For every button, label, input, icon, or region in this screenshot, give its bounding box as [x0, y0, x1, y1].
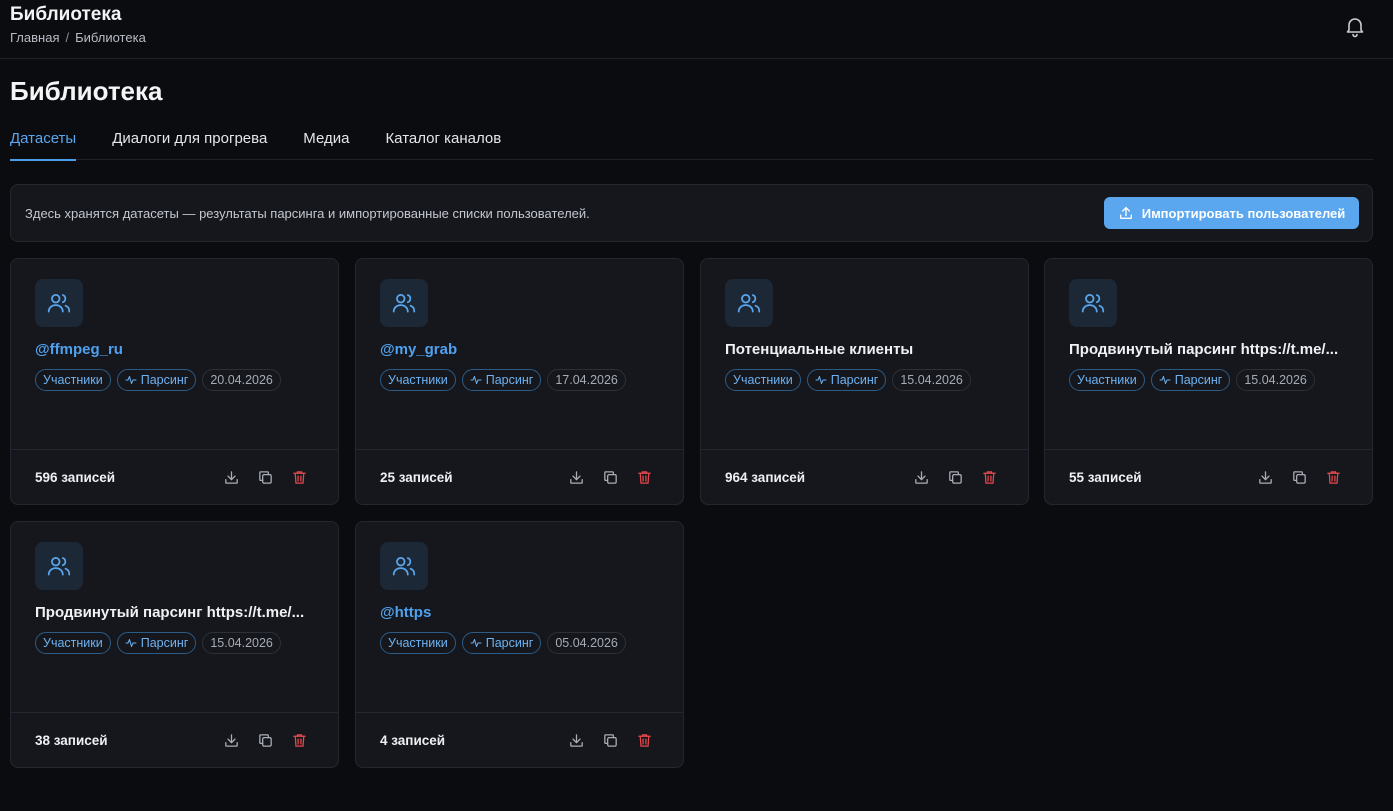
users-icon — [1069, 279, 1117, 327]
tag-parsing: Парсинг — [116, 632, 197, 654]
record-count: 25 записей — [380, 470, 453, 485]
dataset-card[interactable]: @https Участники Парсинг 05.04.2026 4 за… — [355, 521, 684, 768]
copy-icon[interactable] — [1288, 466, 1310, 488]
dataset-name[interactable]: Продвинутый парсинг https://t.me/... — [1069, 341, 1354, 358]
dataset-tags: Участники Парсинг 05.04.2026 — [380, 632, 626, 654]
copy-icon[interactable] — [944, 466, 966, 488]
activity-icon — [125, 639, 137, 647]
import-users-label: Импортировать пользователей — [1141, 205, 1346, 221]
dataset-tags: Участники Парсинг 17.04.2026 — [380, 369, 626, 391]
users-icon — [380, 279, 428, 327]
card-footer: 964 записей — [701, 449, 1028, 504]
dataset-name[interactable]: @my_grab — [380, 341, 665, 358]
trash-icon[interactable] — [633, 466, 655, 488]
dataset-date: 15.04.2026 — [892, 369, 971, 391]
trash-icon[interactable] — [1322, 466, 1344, 488]
download-icon[interactable] — [565, 729, 587, 751]
record-count: 38 записей — [35, 733, 108, 748]
download-icon[interactable] — [910, 466, 932, 488]
tag-parsing: Парсинг — [461, 369, 542, 391]
dataset-date: 05.04.2026 — [547, 632, 626, 654]
users-icon — [380, 542, 428, 590]
breadcrumb: Главная / Библиотека — [10, 30, 146, 45]
download-icon[interactable] — [220, 729, 242, 751]
dataset-name[interactable]: @https — [380, 604, 665, 621]
card-footer: 25 записей — [356, 449, 683, 504]
trash-icon[interactable] — [288, 729, 310, 751]
dataset-card[interactable]: Потенциальные клиенты Участники Парсинг … — [700, 258, 1029, 505]
activity-icon — [470, 639, 482, 647]
card-footer: 55 записей — [1045, 449, 1372, 504]
tag-members: Участники — [35, 632, 111, 654]
activity-icon — [815, 376, 827, 384]
card-footer: 596 записей — [11, 449, 338, 504]
tab-bar: Датасеты Диалоги для прогрева Медиа Ката… — [10, 124, 1373, 161]
trash-icon[interactable] — [978, 466, 1000, 488]
card-footer: 38 записей — [11, 712, 338, 767]
info-panel: Здесь хранятся датасеты — результаты пар… — [10, 184, 1373, 242]
dataset-card[interactable]: @ffmpeg_ru Участники Парсинг 20.04.2026 … — [10, 258, 339, 505]
breadcrumb-current: Библиотека — [75, 30, 146, 45]
tag-members: Участники — [380, 632, 456, 654]
dataset-tags: Участники Парсинг 20.04.2026 — [35, 369, 281, 391]
dataset-date: 15.04.2026 — [202, 632, 281, 654]
header-title: Библиотека — [10, 4, 122, 25]
tag-parsing: Парсинг — [1150, 369, 1231, 391]
dataset-name[interactable]: Продвинутый парсинг https://t.me/... — [35, 604, 320, 621]
users-icon — [725, 279, 773, 327]
dataset-name[interactable]: @ffmpeg_ru — [35, 341, 320, 358]
page-title: Библиотека — [10, 76, 163, 106]
dataset-card[interactable]: Продвинутый парсинг https://t.me/... Уча… — [1044, 258, 1373, 505]
tag-parsing: Парсинг — [461, 632, 542, 654]
dataset-date: 17.04.2026 — [547, 369, 626, 391]
trash-icon[interactable] — [288, 466, 310, 488]
activity-icon — [1159, 376, 1171, 384]
dataset-card[interactable]: Продвинутый парсинг https://t.me/... Уча… — [10, 521, 339, 768]
copy-icon[interactable] — [599, 466, 621, 488]
dataset-tags: Участники Парсинг 15.04.2026 — [725, 369, 971, 391]
download-icon[interactable] — [1254, 466, 1276, 488]
users-icon — [35, 542, 83, 590]
record-count: 55 записей — [1069, 470, 1142, 485]
upload-icon — [1119, 207, 1132, 219]
record-count: 4 записей — [380, 733, 446, 748]
breadcrumb-home[interactable]: Главная — [10, 30, 59, 45]
tag-members: Участники — [1069, 369, 1145, 391]
activity-icon — [125, 376, 137, 384]
tag-members: Участники — [35, 369, 111, 391]
tag-members: Участники — [725, 369, 801, 391]
info-description: Здесь хранятся датасеты — результаты пар… — [25, 206, 590, 221]
tag-members: Участники — [380, 369, 456, 391]
dataset-date: 20.04.2026 — [202, 369, 281, 391]
record-count: 964 записей — [725, 470, 806, 485]
tab-datasets[interactable]: Датасеты — [10, 124, 77, 161]
card-footer: 4 записей — [356, 712, 683, 767]
breadcrumb-separator: / — [65, 30, 70, 45]
activity-icon — [470, 376, 482, 384]
copy-icon[interactable] — [254, 729, 276, 751]
tag-parsing: Парсинг — [806, 369, 887, 391]
users-icon — [35, 279, 83, 327]
tab-media[interactable]: Медиа — [303, 124, 349, 160]
import-users-button[interactable]: Импортировать пользователей — [1104, 197, 1359, 229]
tab-channel-catalog[interactable]: Каталог каналов — [385, 124, 501, 160]
download-icon[interactable] — [220, 466, 242, 488]
dataset-card[interactable]: @my_grab Участники Парсинг 17.04.2026 25… — [355, 258, 684, 505]
top-bar: Библиотека Главная / Библиотека — [0, 0, 1393, 59]
trash-icon[interactable] — [633, 729, 655, 751]
dataset-tags: Участники Парсинг 15.04.2026 — [1069, 369, 1315, 391]
copy-icon[interactable] — [254, 466, 276, 488]
record-count: 596 записей — [35, 470, 116, 485]
download-icon[interactable] — [565, 466, 587, 488]
copy-icon[interactable] — [599, 729, 621, 751]
notifications-bell-icon[interactable] — [1343, 14, 1367, 38]
dataset-name[interactable]: Потенциальные клиенты — [725, 341, 1010, 358]
tag-parsing: Парсинг — [116, 369, 197, 391]
tab-warmup-dialogs[interactable]: Диалоги для прогрева — [112, 124, 267, 160]
dataset-tags: Участники Парсинг 15.04.2026 — [35, 632, 281, 654]
dataset-date: 15.04.2026 — [1236, 369, 1315, 391]
